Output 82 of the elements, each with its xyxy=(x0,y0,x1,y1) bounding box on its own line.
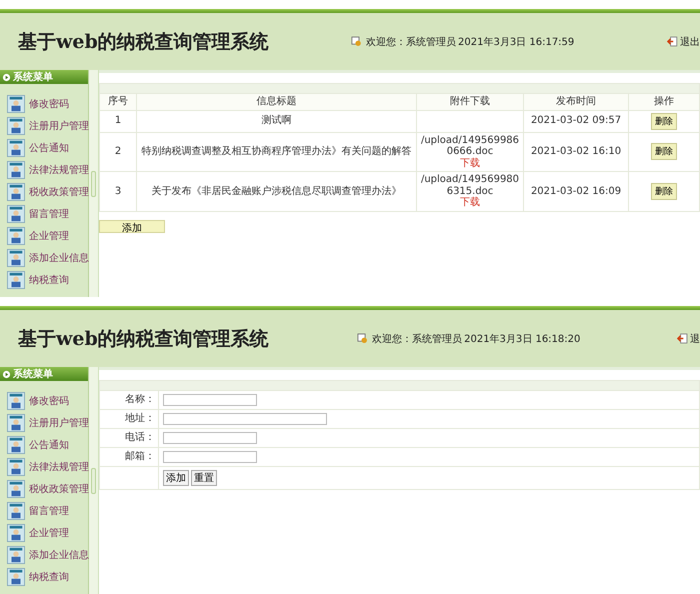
table-cell: 测试啊 xyxy=(136,110,416,132)
menu-item[interactable]: 修改密码 xyxy=(0,94,88,114)
input-field[interactable] xyxy=(163,413,327,425)
menu-item[interactable]: 企业管理 xyxy=(0,226,88,246)
table-cell: 2 xyxy=(100,132,136,172)
column-header: 附件下载 xyxy=(416,94,524,110)
person-icon xyxy=(7,161,25,179)
download-link[interactable]: 下载 xyxy=(460,197,480,208)
menu-item[interactable]: 公告通知 xyxy=(0,435,88,455)
person-icon xyxy=(7,139,25,157)
field-label: 电话： xyxy=(100,428,158,448)
delete-button[interactable]: 删除 xyxy=(651,143,677,160)
person-icon xyxy=(7,458,25,476)
menu-item[interactable]: 税收政策管理 xyxy=(0,182,88,202)
person-icon xyxy=(7,249,25,267)
download-link[interactable]: 下载 xyxy=(460,158,480,169)
file-path: /upload/1495699860666.doc xyxy=(420,134,520,158)
field-label: 邮箱： xyxy=(100,448,158,466)
sidebar-title: 系统菜单 xyxy=(13,70,53,84)
logout-icon[interactable] xyxy=(677,333,688,344)
menu-item[interactable]: 纳税查询 xyxy=(0,270,88,290)
menu-item[interactable]: 公告通知 xyxy=(0,138,88,158)
column-header: 发布时间 xyxy=(524,94,628,110)
person-icon xyxy=(7,524,25,542)
logout-icon[interactable] xyxy=(667,36,678,47)
table-cell: 3 xyxy=(100,172,136,211)
person-icon xyxy=(7,271,25,289)
table-cell: 2021-03-02 16:09 xyxy=(524,172,628,211)
field-label: 地址： xyxy=(100,410,158,428)
table-cell: 特别纳税调查调整及相互协商程序管理办法》有关问题的解答 xyxy=(136,132,416,172)
splitter-handle[interactable] xyxy=(91,170,96,196)
input-field[interactable] xyxy=(163,451,257,463)
menu-item[interactable]: 留言管理 xyxy=(0,501,88,521)
datetime-text: 2021年3月3日 16:18:20 xyxy=(464,332,582,346)
table-cell: 关于发布《非居民金融账户涉税信息尽职调查管理办法》 xyxy=(136,172,416,211)
sidebar-title: 系统菜单 xyxy=(13,368,53,381)
logout-link[interactable]: 退 xyxy=(690,332,700,346)
table-cell: 2021-03-02 16:10 xyxy=(524,132,628,172)
delete-button[interactable]: 删除 xyxy=(651,112,677,130)
system-title: 基于web的纳税查询管理系统 xyxy=(18,326,270,352)
menu-item[interactable]: 企业管理 xyxy=(0,523,88,543)
person-icon xyxy=(7,117,25,135)
menu-item[interactable]: 注册用户管理 xyxy=(0,413,88,433)
person-icon xyxy=(7,436,25,454)
menu-item[interactable]: 纳税查询 xyxy=(0,567,88,587)
system-title: 基于web的纳税查询管理系统 xyxy=(18,30,270,54)
menu-item[interactable]: 税收政策管理 xyxy=(0,479,88,499)
column-header: 操作 xyxy=(628,94,700,110)
person-icon xyxy=(7,227,25,245)
person-icon xyxy=(7,546,25,564)
delete-button[interactable]: 删除 xyxy=(651,182,677,200)
person-icon xyxy=(7,95,25,113)
menu-item[interactable]: 添加企业信息 xyxy=(0,545,88,565)
field-label: 名称： xyxy=(100,390,158,410)
menu-item[interactable]: 法律法规管理 xyxy=(0,457,88,477)
menu-item[interactable]: 修改密码 xyxy=(0,391,88,411)
person-icon xyxy=(7,502,25,520)
person-icon xyxy=(7,414,25,432)
person-icon xyxy=(7,480,25,498)
menu-item[interactable]: 添加企业信息 xyxy=(0,248,88,268)
person-icon xyxy=(7,568,25,586)
person-icon xyxy=(7,183,25,201)
column-header: 信息标题 xyxy=(136,94,416,110)
splitter-handle[interactable] xyxy=(91,468,96,494)
person-icon xyxy=(7,205,25,223)
form-button[interactable]: 重置 xyxy=(191,470,217,486)
menu-item[interactable]: 留言管理 xyxy=(0,204,88,224)
datetime-text: 2021年3月3日 16:17:59 xyxy=(458,36,576,48)
form-button[interactable]: 添加 xyxy=(163,470,189,486)
logout-link[interactable]: 退出 xyxy=(680,34,700,48)
menu-item[interactable]: 法律法规管理 xyxy=(0,160,88,180)
input-field[interactable] xyxy=(163,432,257,444)
input-field[interactable] xyxy=(163,394,257,406)
table-cell: 1 xyxy=(100,110,136,132)
file-path: /upload/1495699806315.doc xyxy=(420,174,520,196)
table-cell: 2021-03-02 09:57 xyxy=(524,110,628,132)
menu-item[interactable]: 注册用户管理 xyxy=(0,116,88,136)
add-button[interactable]: 添加 xyxy=(99,220,165,232)
column-header: 序号 xyxy=(100,94,136,110)
welcome-text: 欢迎您：系统管理员 xyxy=(366,36,456,48)
person-icon xyxy=(7,392,25,410)
welcome-text: 欢迎您：系统管理员 xyxy=(372,332,462,346)
